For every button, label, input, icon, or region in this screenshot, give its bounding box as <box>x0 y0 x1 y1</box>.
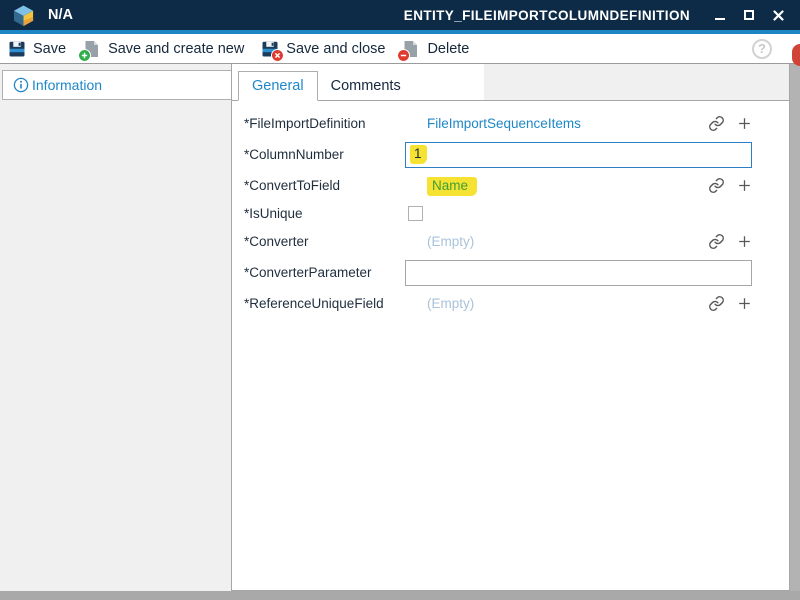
link-icon[interactable] <box>708 177 725 194</box>
referenceuniquefield-empty-value[interactable]: (Empty) <box>427 296 474 311</box>
field-label: *ColumnNumber <box>244 147 405 162</box>
field-label: *Converter <box>244 234 405 249</box>
save-label: Save <box>33 41 66 57</box>
highlighted-value: 1 <box>410 145 427 164</box>
sidebar-item-information[interactable]: Information <box>2 70 231 100</box>
save-and-create-new-label: Save and create new <box>108 41 244 57</box>
right-edge-strip <box>790 64 800 591</box>
link-icon[interactable] <box>708 295 725 312</box>
info-icon <box>13 77 29 93</box>
field-row-isunique: *IsUnique <box>232 200 789 227</box>
field-row-columnnumber: *ColumnNumber 1 <box>232 138 789 171</box>
field-row-converterparameter: *ConverterParameter <box>232 256 789 289</box>
sidebar-item-label: Information <box>32 77 102 93</box>
field-row-converter: *Converter (Empty) <box>232 227 789 256</box>
entity-title: ENTITY_FILEIMPORTCOLUMNDEFINITION <box>404 8 690 23</box>
delete-label: Delete <box>427 41 469 57</box>
converter-empty-value[interactable]: (Empty) <box>427 234 474 249</box>
link-icon[interactable] <box>708 115 725 132</box>
minimize-icon[interactable] <box>714 9 726 21</box>
tabs-strip: General Comments <box>232 64 484 100</box>
tab-comments[interactable]: Comments <box>318 72 414 100</box>
main-area: General Comments *FileImportDefinition F… <box>232 64 790 591</box>
tab-bar: General Comments <box>232 64 789 101</box>
save-close-icon <box>261 40 279 58</box>
save-icon <box>8 40 26 58</box>
add-icon[interactable] <box>736 177 753 194</box>
background-window-sliver <box>792 44 800 66</box>
field-label: *FileImportDefinition <box>244 116 405 131</box>
delete-icon <box>402 40 420 58</box>
app-title: N/A <box>48 7 73 23</box>
content-area: Information General Comments *FileImport… <box>0 64 800 600</box>
link-icon[interactable] <box>708 233 725 250</box>
save-and-close-button[interactable]: Save and close <box>261 40 385 58</box>
converterparameter-input[interactable] <box>405 260 752 286</box>
bottom-edge-strip <box>0 591 800 600</box>
save-create-new-icon <box>83 40 101 58</box>
field-row-converttofield: *ConvertToField Name <box>232 171 789 200</box>
close-icon[interactable] <box>772 9 784 21</box>
tab-general[interactable]: General <box>238 71 318 101</box>
field-label: *ConverterParameter <box>244 265 405 280</box>
toolbar: Save Save and create new Save and close … <box>0 34 800 64</box>
save-button[interactable]: Save <box>8 40 66 58</box>
save-and-create-new-button[interactable]: Save and create new <box>83 40 244 58</box>
add-icon[interactable] <box>736 295 753 312</box>
window-controls <box>714 9 784 21</box>
converttofield-value-link[interactable]: Name <box>427 178 477 193</box>
field-row-referenceuniquefield: *ReferenceUniqueField (Empty) <box>232 289 789 318</box>
field-label: *ReferenceUniqueField <box>244 296 405 311</box>
add-icon[interactable] <box>736 233 753 250</box>
highlighted-value: Name <box>427 177 477 196</box>
isunique-checkbox[interactable] <box>408 206 423 221</box>
app-logo-cube-icon <box>12 4 35 27</box>
field-label: *ConvertToField <box>244 178 405 193</box>
form-panel: *FileImportDefinition FileImportSequence… <box>232 101 789 591</box>
app-window: N/A ENTITY_FILEIMPORTCOLUMNDEFINITION Sa… <box>0 0 800 600</box>
title-bar: N/A ENTITY_FILEIMPORTCOLUMNDEFINITION <box>0 0 800 30</box>
field-label: *IsUnique <box>244 206 405 221</box>
fileimportdefinition-value-link[interactable]: FileImportSequenceItems <box>427 116 581 131</box>
sidebar: Information <box>0 64 232 591</box>
add-icon[interactable] <box>736 115 753 132</box>
save-and-close-label: Save and close <box>286 41 385 57</box>
columnnumber-input[interactable]: 1 <box>405 142 752 168</box>
delete-button[interactable]: Delete <box>402 40 469 58</box>
help-icon[interactable]: ? <box>752 39 772 59</box>
maximize-icon[interactable] <box>743 9 755 21</box>
field-row-fileimportdefinition: *FileImportDefinition FileImportSequence… <box>232 109 789 138</box>
